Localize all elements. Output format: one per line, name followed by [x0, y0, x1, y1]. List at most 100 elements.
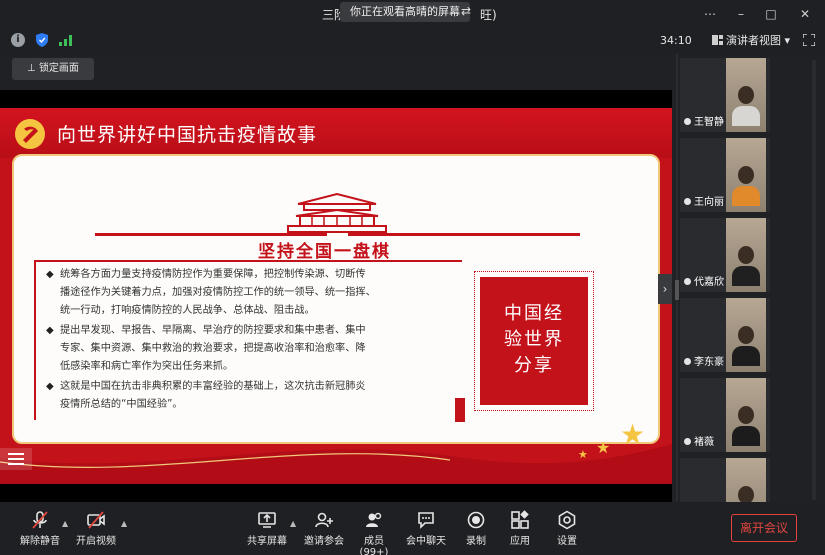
bullet-marker: ◆ [46, 269, 54, 280]
share-screen-icon [258, 512, 276, 528]
chat-label: 会中聊天 [406, 536, 446, 547]
lock-view-button[interactable]: ⊥ 锁定画面 [12, 58, 94, 80]
slide: 向世界讲好中国抗击疫情故事 坚持全国一盘棋 ◆ 统筹各方面力量支持疫情防控作为重… [0, 108, 672, 484]
splitter-handle[interactable] [675, 280, 679, 300]
mic-icon [684, 118, 691, 125]
apps-label: 应用 [510, 536, 530, 547]
share-status-tip: 你正在观看高晴的屏幕 [340, 2, 470, 22]
participant-body [732, 266, 760, 286]
participant-video [726, 58, 766, 132]
highlight-line: 中国经 [504, 303, 564, 324]
unmute-button[interactable]: 解除静音 [16, 510, 64, 547]
star-icon: ★ [596, 438, 611, 457]
star-icon: ★ [578, 448, 588, 461]
participant-tile[interactable]: 褚薇 [680, 378, 770, 452]
bullet-frame-accent [455, 398, 465, 422]
pin-icon: ⊥ [27, 63, 39, 74]
members-icon [366, 512, 382, 527]
members-button[interactable]: 成员(99+) [350, 510, 398, 555]
bullet-line: 低感染率和病亡率作为突出任务来抓。 [60, 361, 234, 372]
bullet-line: 专家、集中资源、集中救治的救治要求，把提高收治率和治愈率、降 [60, 343, 366, 354]
bullet-marker: ◆ [46, 325, 54, 336]
tiananmen-icon [287, 192, 387, 233]
chat-button[interactable]: 会中聊天 [402, 510, 450, 547]
close-button[interactable]: ✕ [795, 4, 815, 24]
bullet-item-3: ◆ 这就是中国在抗击非典积累的丰富经验的基础上，这次抗击新冠肺炎 疫情所总结的“… [46, 378, 452, 414]
settings-label: 设置 [557, 536, 577, 547]
participant-name-text: 褚薇 [694, 437, 714, 448]
participant-tile[interactable]: 李东豪 [680, 298, 770, 372]
participant-head [738, 86, 754, 104]
start-video-button[interactable]: 开启视频 [72, 510, 120, 547]
more-icon[interactable]: ⋯ [700, 4, 720, 24]
star-icon: ★ [620, 418, 646, 451]
bullet-item-1: ◆ 统筹各方面力量支持疫情防控作为重要保障，把控制传染源、切断传 播途径作为关键… [46, 266, 452, 320]
record-button[interactable]: 录制 [452, 510, 500, 547]
participant-tile[interactable]: 王智静 [680, 58, 770, 132]
shared-screen: 向世界讲好中国抗击疫情故事 坚持全国一盘棋 ◆ 统筹各方面力量支持疫情防控作为重… [0, 90, 672, 502]
record-icon [467, 511, 485, 529]
invite-label: 邀请参会 [304, 536, 344, 547]
mic-icon [684, 358, 691, 365]
maximize-button[interactable]: □ [761, 4, 781, 24]
bottom-toolbar: 解除静音 ▲ 开启视频 ▲ 共享屏幕 ▲ 邀请参会 成员(99+) 会中聊天 录… [0, 502, 825, 555]
share-screen-label: 共享屏幕 [247, 536, 287, 547]
bullet-line: 疫情所总结的“中国经验”。 [60, 399, 183, 410]
info-bar: i 34:10 演讲者视图 ▾ [0, 28, 825, 54]
slide-title: 向世界讲好中国抗击疫情故事 [57, 124, 318, 146]
add-user-icon [315, 512, 333, 528]
signal-icon[interactable] [59, 34, 73, 46]
participant-scrollbar[interactable] [812, 60, 816, 500]
participant-name-text: 代嘉欣 [694, 277, 724, 288]
bullet-line: 这就是中国在抗击非典积累的丰富经验的基础上，这次抗击新冠肺炎 [60, 381, 366, 392]
participant-name: 王智静 [684, 116, 724, 129]
participant-body [732, 186, 760, 206]
participant-video [726, 218, 766, 292]
party-emblem-icon [15, 119, 45, 149]
divider-line-left [95, 233, 327, 236]
highlight-line: 分享 [514, 355, 554, 376]
bullet-line: 统一行动，打响疫情防控的人民战争、总体战、阻击战。 [60, 305, 315, 316]
title-bar: 三阶 你正在观看高晴的屏幕 ⇄ 旺) ⋯ – □ ✕ [0, 0, 825, 28]
meeting-window: 三阶 你正在观看高晴的屏幕 ⇄ 旺) ⋯ – □ ✕ i 34:10 演讲者视图… [0, 0, 825, 555]
members-label: 成员(99+) [359, 536, 389, 555]
fullscreen-icon[interactable] [803, 34, 815, 46]
info-icon[interactable]: i [11, 33, 25, 47]
lock-view-label: 锁定画面 [38, 63, 79, 74]
unmute-label: 解除静音 [20, 536, 60, 547]
divider-line-right [348, 233, 580, 236]
collapse-panel-button[interactable]: › [658, 274, 672, 304]
view-mode-button[interactable]: 演讲者视图 ▾ [712, 32, 790, 50]
participant-video [726, 378, 766, 452]
share-options-caret[interactable]: ▲ [290, 519, 296, 528]
participant-video [726, 138, 766, 212]
ribbon-wave [0, 444, 672, 484]
bullet-line: 播途径作为关键着力点，加强对疫情防控工作的统一领导、统一指挥、 [60, 287, 376, 298]
participant-tile[interactable]: 王向丽 [680, 138, 770, 212]
participant-name: 李东豪 [684, 356, 724, 369]
apps-icon [511, 510, 529, 529]
highlight-box: 中国经 验世界 分享 [480, 277, 588, 405]
invite-button[interactable]: 邀请参会 [300, 510, 348, 547]
slide-menu-icon[interactable] [0, 448, 32, 470]
participant-tile[interactable]: 代嘉欣 [680, 218, 770, 292]
participant-name-text: 李东豪 [694, 357, 724, 368]
minimize-button[interactable]: – [731, 4, 751, 24]
camera-off-icon [87, 511, 105, 529]
mic-icon [684, 198, 691, 205]
participant-head [738, 326, 754, 344]
gear-icon [558, 510, 576, 530]
share-screen-button[interactable]: 共享屏幕 [243, 510, 291, 547]
shield-icon[interactable] [36, 33, 48, 47]
switch-icon[interactable]: ⇄ [461, 4, 471, 18]
settings-button[interactable]: 设置 [543, 510, 591, 547]
bullet-line: 统筹各方面力量支持疫情防控作为重要保障，把控制传染源、切断传 [60, 269, 366, 280]
apps-button[interactable]: 应用 [496, 510, 544, 547]
video-options-caret[interactable]: ▲ [121, 519, 127, 528]
bullet-marker: ◆ [46, 381, 54, 392]
meeting-timer: 34:10 [660, 34, 692, 47]
participant-body [732, 106, 760, 126]
audio-options-caret[interactable]: ▲ [62, 519, 68, 528]
leave-meeting-button[interactable]: 离开会议 [731, 514, 797, 542]
participant-video [726, 298, 766, 372]
